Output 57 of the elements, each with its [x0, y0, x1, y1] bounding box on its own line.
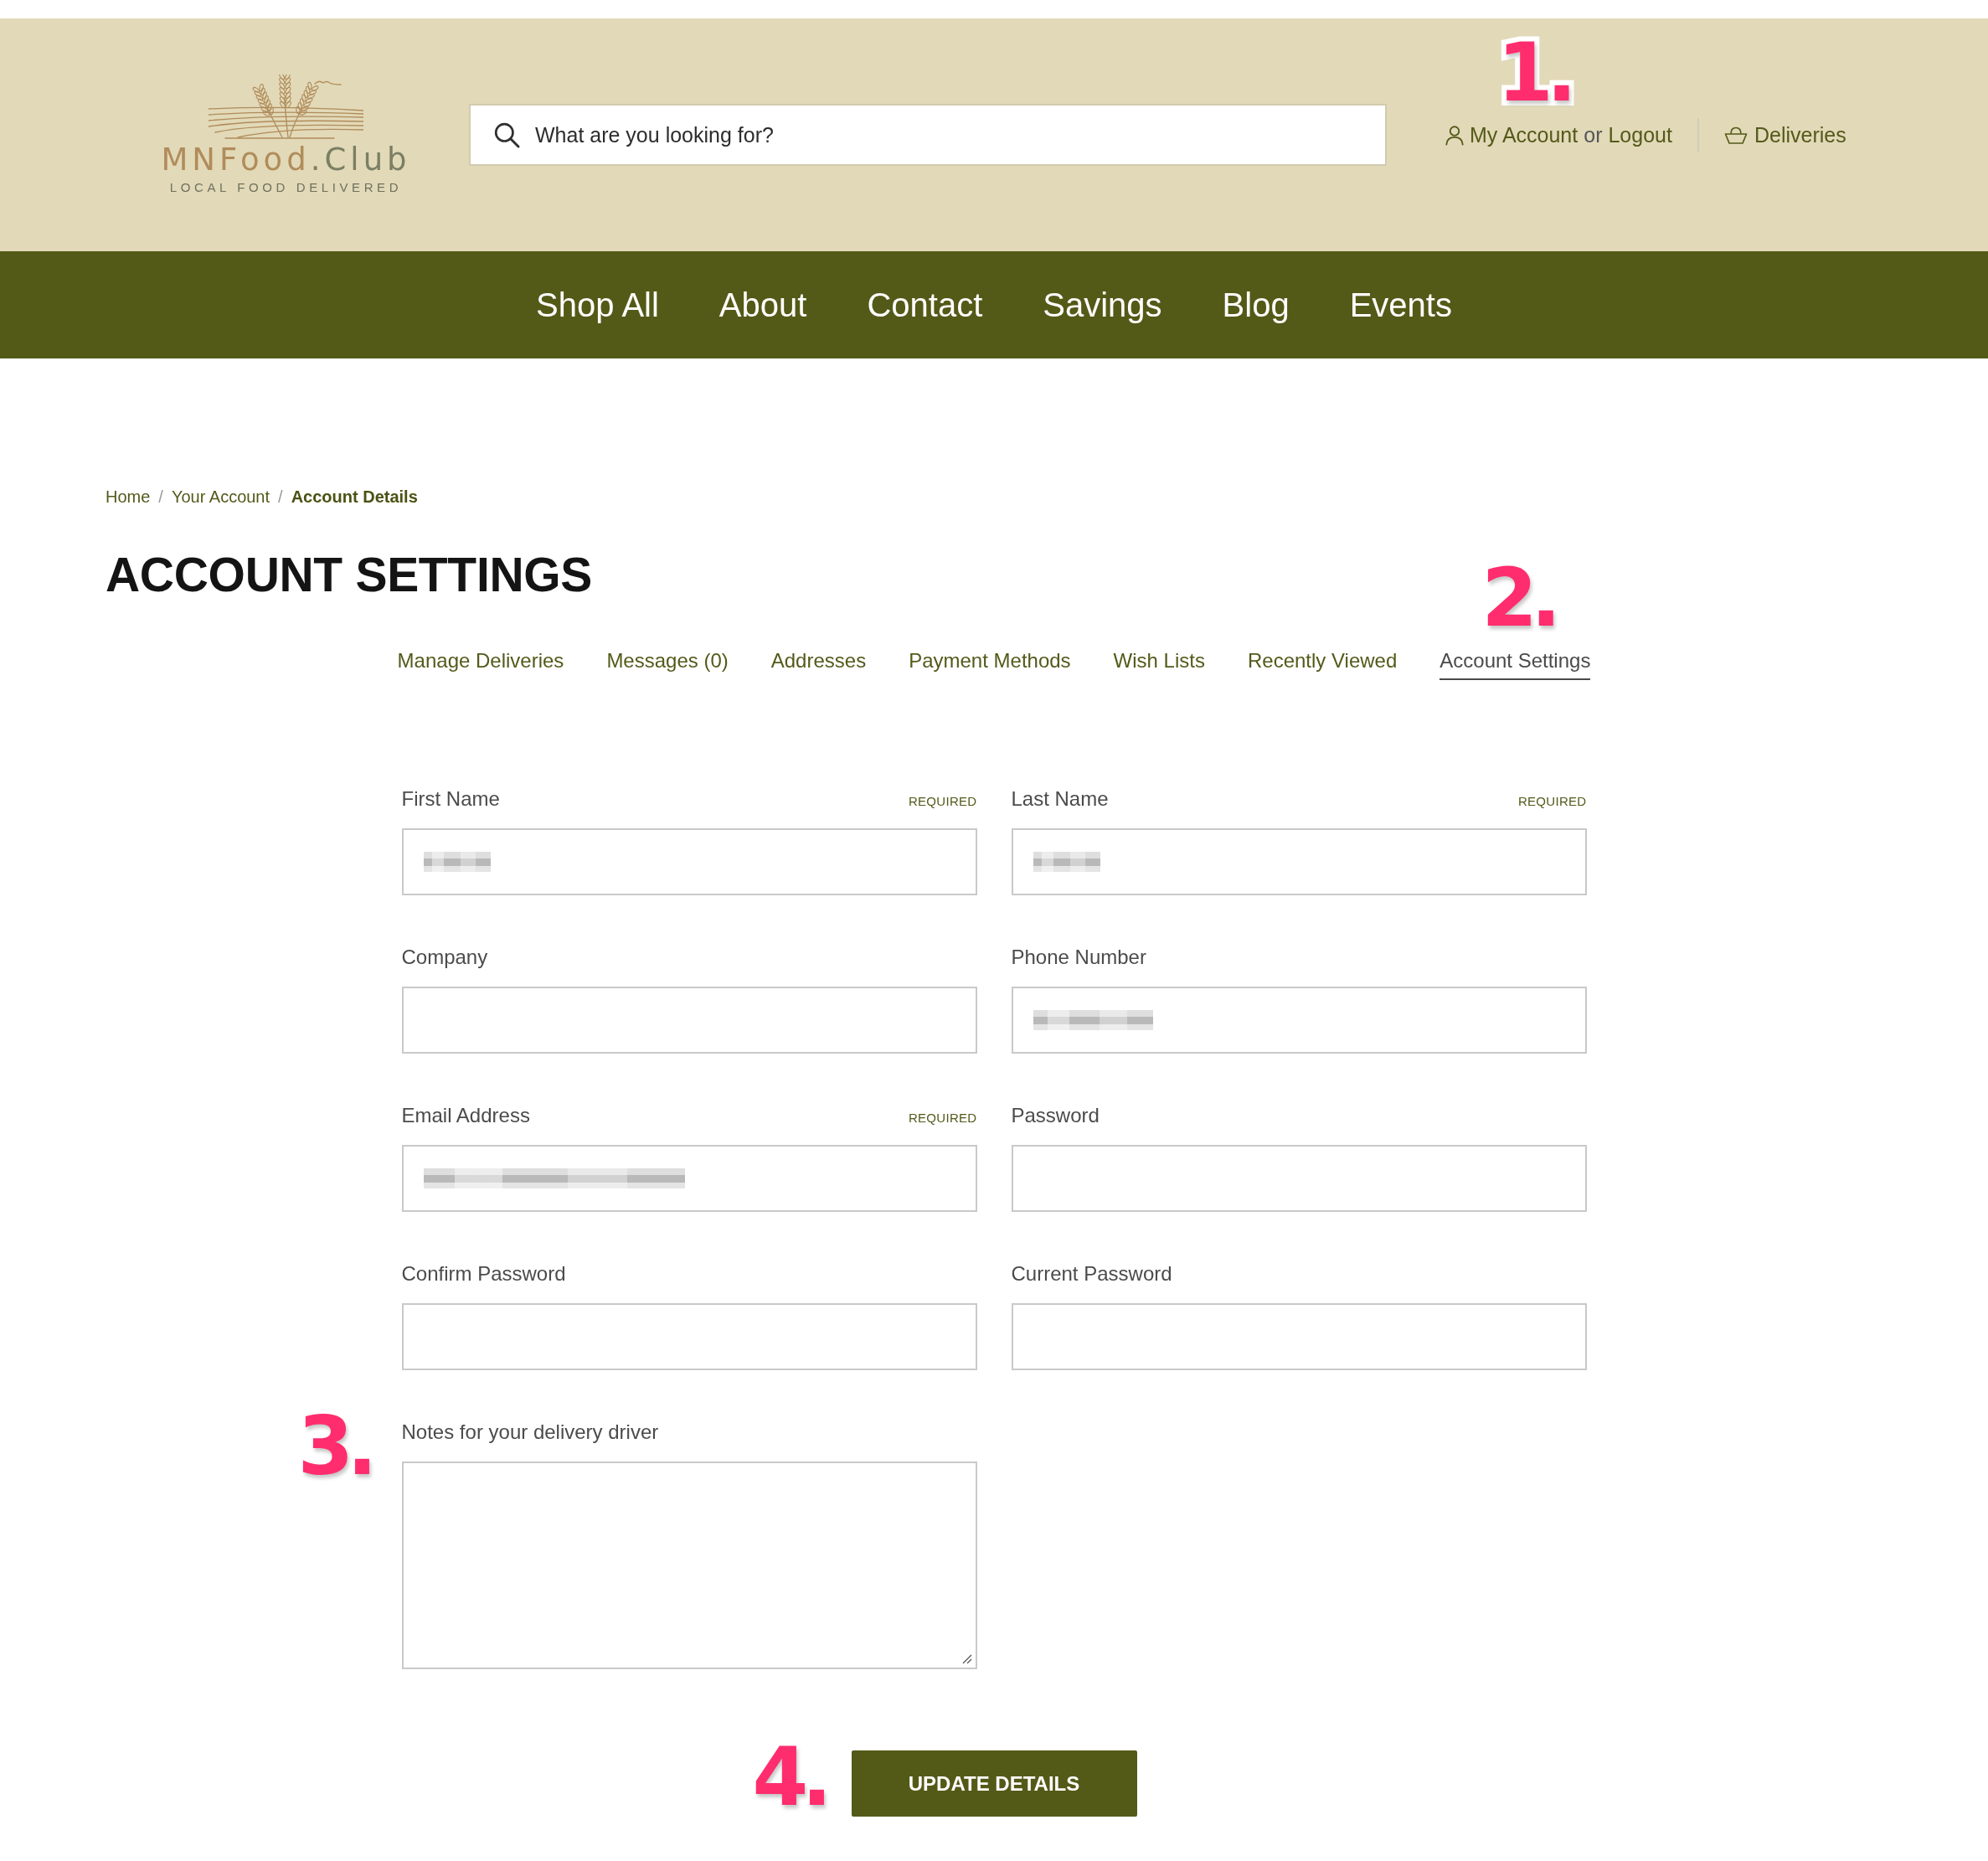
account-tab[interactable]: Account Settings: [1439, 648, 1591, 680]
field-label: Password: [1011, 1103, 1100, 1128]
text-input[interactable]: [1011, 987, 1587, 1054]
account-tab[interactable]: Recently Viewed: [1247, 648, 1398, 680]
resize-grip-icon: [961, 1654, 972, 1664]
nav-link[interactable]: Shop All: [536, 286, 659, 324]
account-or-text: or: [1584, 122, 1603, 147]
required-label: REQUIRED: [908, 1111, 977, 1125]
logo-wordmark: MNFood.Club: [161, 142, 411, 178]
search-field[interactable]: What are you looking for?: [469, 104, 1387, 166]
breadcrumb-separator: /: [278, 487, 283, 508]
text-input[interactable]: [1011, 1145, 1587, 1212]
field-label: Notes for your delivery driver: [401, 1420, 659, 1445]
field-label: Last Name: [1011, 786, 1109, 812]
callout-number: 1.: [1497, 32, 1571, 113]
nav-link[interactable]: Contact: [867, 286, 983, 324]
search-icon: [493, 121, 520, 148]
nav-link[interactable]: About: [718, 286, 807, 324]
page-title: ACCOUNT SETTINGS: [106, 549, 593, 601]
account-tab[interactable]: Messages (0): [606, 648, 729, 680]
account-link[interactable]: My Account: [1445, 122, 1579, 147]
text-input[interactable]: [1011, 828, 1587, 895]
textarea-field[interactable]: [401, 1461, 977, 1669]
callout-number: 4.: [752, 1737, 826, 1817]
field-label: Phone Number: [1011, 945, 1146, 970]
text-input[interactable]: [401, 1303, 977, 1370]
update-details-button[interactable]: UPDATE DETAILS: [851, 1750, 1137, 1817]
field-label: Confirm Password: [401, 1261, 566, 1286]
nav-link[interactable]: Savings: [1043, 286, 1162, 324]
account-tab[interactable]: Addresses: [770, 648, 867, 680]
wheat-field-logo-icon: [209, 75, 363, 140]
field-label: Company: [401, 945, 488, 970]
text-input[interactable]: [401, 828, 977, 895]
breadcrumb-separator: /: [158, 487, 163, 508]
nav-link[interactable]: Blog: [1222, 286, 1290, 324]
field-label: Email Address: [401, 1103, 530, 1128]
breadcrumb-link[interactable]: Home: [106, 486, 151, 508]
text-input[interactable]: [1011, 1303, 1587, 1370]
text-input[interactable]: [401, 1145, 977, 1212]
callout-number: 2.: [1481, 558, 1555, 638]
basket-icon: [1723, 126, 1748, 144]
account-tab[interactable]: Manage Deliveries: [397, 648, 564, 680]
account-tab[interactable]: Payment Methods: [909, 648, 1071, 680]
user-icon: [1445, 124, 1464, 146]
account-tab[interactable]: Wish Lists: [1113, 648, 1205, 680]
field-label: Current Password: [1011, 1261, 1172, 1286]
breadcrumb-current-page: Account Details: [291, 487, 418, 508]
required-label: REQUIRED: [908, 794, 977, 808]
logo-tagline: LOCAL FOOD DELIVERED: [169, 180, 403, 195]
nav-link[interactable]: Events: [1349, 286, 1452, 324]
logout-link[interactable]: Logout: [1608, 122, 1672, 147]
required-label: REQUIRED: [1517, 794, 1587, 808]
breadcrumb-link[interactable]: Your Account: [171, 486, 270, 508]
text-input[interactable]: [401, 987, 977, 1054]
callout-number: 3.: [297, 1406, 371, 1487]
deliveries-link[interactable]: Deliveries: [1723, 122, 1846, 147]
field-label: First Name: [401, 786, 500, 812]
